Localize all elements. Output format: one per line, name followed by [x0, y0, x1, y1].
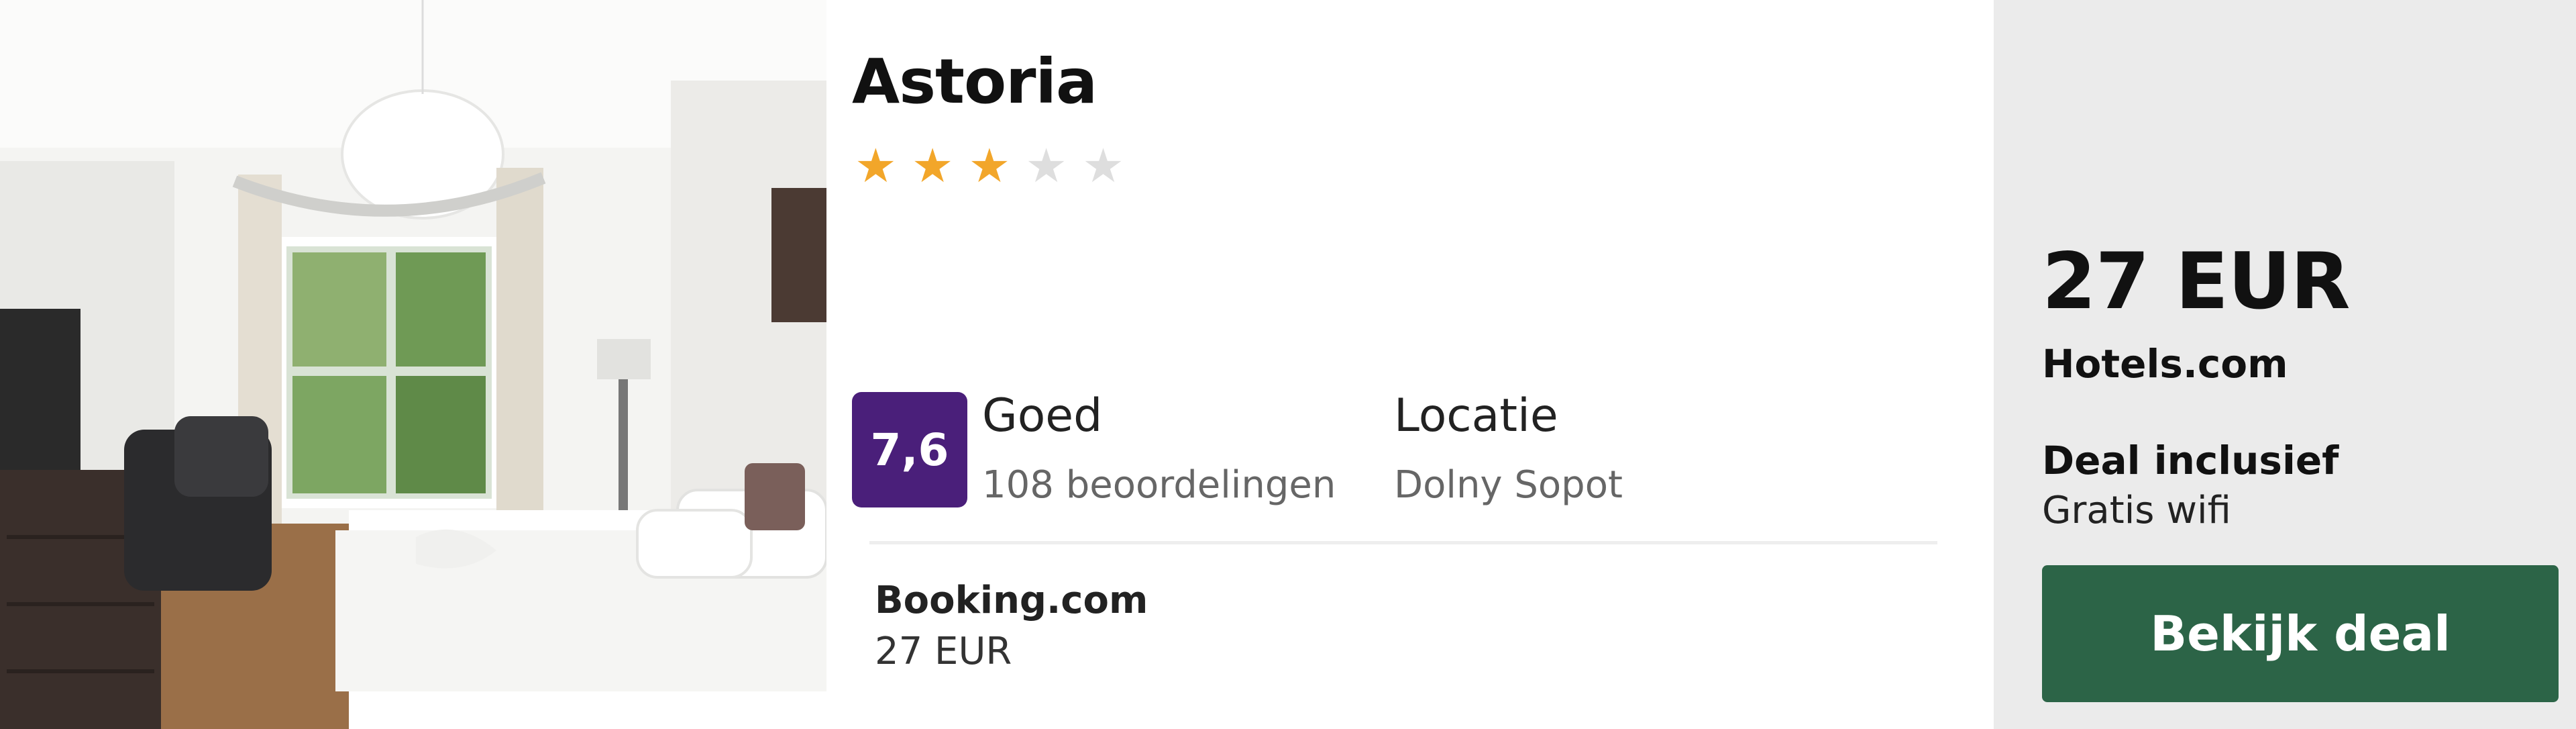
room-illustration — [0, 0, 826, 729]
view-deal-button[interactable]: Bekijk deal — [2042, 565, 2559, 702]
star-icon: ★ — [911, 138, 954, 193]
deal-source: Hotels.com — [2042, 341, 2288, 387]
deal-includes-label: Deal inclusief — [2042, 438, 2339, 483]
price-panel: 27 EUR Hotels.com Deal inclusief Gratis … — [1994, 0, 2576, 729]
alt-offer-price[interactable]: 27 EUR — [875, 630, 1012, 673]
review-count[interactable]: 108 beoordelingen — [982, 463, 1336, 507]
star-icon: ★ — [855, 138, 897, 193]
deal-price: 27 EUR — [2042, 236, 2351, 327]
rating-score-badge[interactable]: 7,6 — [852, 392, 967, 507]
star-icon: ★ — [968, 138, 1011, 193]
location-value[interactable]: Dolny Sopot — [1394, 463, 1623, 507]
divider — [869, 541, 1937, 544]
hotel-result-card[interactable]: Astoria ★ ★ ★ ★ ★ 7,6 Goed 108 beoordeli… — [0, 0, 2576, 729]
alt-offer-provider[interactable]: Booking.com — [875, 579, 1148, 622]
star-icon: ★ — [1025, 138, 1068, 193]
star-icon: ★ — [1082, 138, 1124, 193]
hotel-name[interactable]: Astoria — [852, 46, 1097, 117]
hotel-info: Astoria ★ ★ ★ ★ ★ 7,6 Goed 108 beoordeli… — [826, 0, 1994, 729]
location-label: Locatie — [1394, 389, 1558, 442]
rating-label: Goed — [982, 389, 1103, 442]
hotel-photo[interactable] — [0, 0, 826, 729]
deal-includes-item: Gratis wifi — [2042, 489, 2231, 532]
star-rating: ★ ★ ★ ★ ★ — [855, 142, 1124, 189]
